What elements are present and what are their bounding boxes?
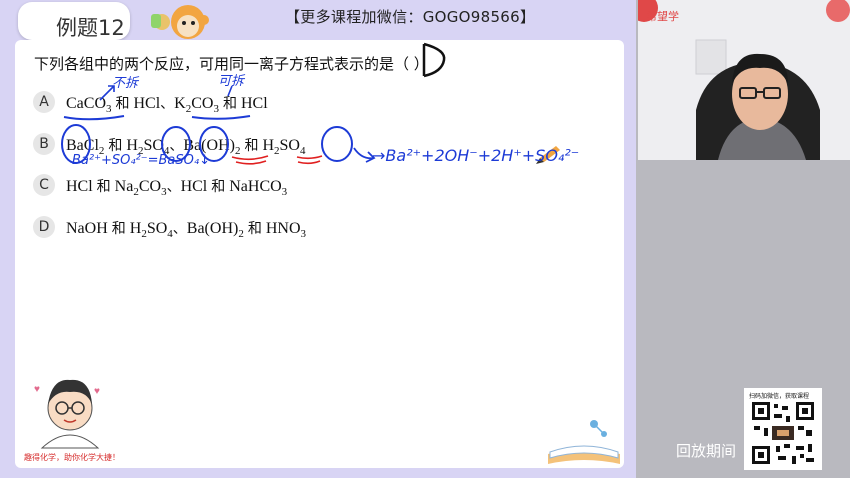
heart-icon: ♥ [34, 384, 40, 395]
book-icon [548, 420, 620, 464]
qr-code-card [744, 388, 822, 470]
brand-logo: 希望学 [646, 10, 679, 23]
option-c-badge[interactable]: C [33, 174, 55, 196]
teacher-video-panel [638, 0, 850, 160]
annotation-not-split: 不拆 [112, 76, 139, 91]
teacher-cartoon-avatar: ♥ ♥ [34, 379, 100, 449]
example-title-tab: 例题12 [18, 2, 130, 40]
example-title: 例题12 [56, 16, 125, 40]
qr-caption: 扫码加微信，获取课程 [749, 393, 810, 400]
annotation-can-split: 可拆 [218, 74, 245, 89]
annotation-equation-b2: →Ba²⁺+2OH⁻+2H⁺+SO₄²⁻ [372, 146, 580, 165]
option-a-text[interactable]: CaCO3 和 HCl、K2CO3 和 HCl [66, 93, 268, 115]
option-d-text[interactable]: NaOH 和 H2SO4、Ba(OH)2 和 HNO3 [66, 218, 306, 240]
option-a-badge[interactable]: A [33, 91, 55, 113]
replay-notice: 回放期间 [676, 442, 737, 460]
annotation-equation-b1: Ba²⁺+SO₄²⁻=BaSO₄↓ [72, 153, 210, 168]
monkey-mascot-icon [151, 5, 209, 39]
qr-code-icon [750, 400, 816, 466]
option-c-text[interactable]: HCl 和 Na2CO3、HCl 和 NaHCO3 [66, 176, 287, 198]
slogan: 趣得化学，助你化学大捷！ [24, 453, 120, 462]
wechat-banner: 【更多课程加微信：GOGO98566】 [285, 8, 536, 26]
option-d-badge[interactable]: D [33, 216, 55, 238]
option-b-badge[interactable]: B [33, 133, 55, 155]
heart-icon: ♥ [94, 386, 100, 397]
